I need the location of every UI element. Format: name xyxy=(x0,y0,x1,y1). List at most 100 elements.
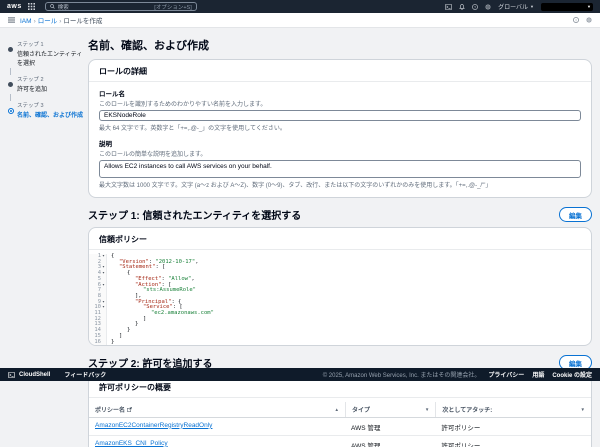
cloudshell-label: CloudShell xyxy=(19,372,50,378)
gear-icon[interactable] xyxy=(586,17,592,23)
breadcrumb-separator: › xyxy=(59,18,61,25)
notifications-bell-icon[interactable] xyxy=(459,4,465,10)
breadcrumb-item-2[interactable]: ロール xyxy=(38,18,58,25)
role-name-constraint: 最大 64 文字です。英数字と「+=,.@-_」の文字を使用してください。 xyxy=(99,123,581,132)
svg-text:?: ? xyxy=(474,5,476,9)
global-search-input[interactable]: 検索 [オプション+S] xyxy=(45,2,197,11)
aws-console-page: aws 検索 [オプション+S] ? グローバル xyxy=(0,0,600,447)
footer-link-2[interactable]: 用語 xyxy=(532,370,544,379)
content-area: ステップ 1信頼されたエンティティを選択ステップ 2許可を追加ステップ 3名前、… xyxy=(0,28,600,447)
wizard-step-3[interactable]: ステップ 3名前、確認、および作成 xyxy=(8,101,86,119)
account-menu-redacted[interactable]: ▼ xyxy=(541,3,593,11)
trust-policy-title: 信頼ポリシー xyxy=(89,234,591,250)
policy-attach-cell: 許可ポリシー xyxy=(435,436,591,447)
help-icon[interactable]: ? xyxy=(472,4,478,10)
copyright-text: © 2025, Amazon Web Services, Inc. またはその関… xyxy=(323,370,481,379)
policy-name-link[interactable]: AmazonEC2ContainerRegistryReadOnly xyxy=(95,422,212,429)
svg-text:i: i xyxy=(576,18,577,22)
permissions-summary-title: 許可ポリシーの概要 xyxy=(89,382,591,398)
search-shortcut-hint: [オプション+S] xyxy=(154,3,191,11)
code-text: } xyxy=(107,340,114,346)
table-row: AmazonEKS_CNI_Policy AWS 管理許可ポリシー xyxy=(89,436,591,447)
role-details-title: ロールの詳細 xyxy=(89,66,591,82)
step-title: 許可を追加 xyxy=(17,84,86,93)
step-number-label: ステップ 2 xyxy=(17,75,86,83)
footer-links: プライバシー用語 Cookie の設定 xyxy=(488,370,592,379)
side-menu-hamburger-icon[interactable] xyxy=(8,17,15,23)
table-row: AmazonEC2ContainerRegistryReadOnly AWS 管理… xyxy=(89,418,591,436)
fold-caret-empty xyxy=(101,340,106,346)
search-placeholder: 検索 xyxy=(58,3,69,11)
breadcrumb-item-1[interactable]: IAM xyxy=(20,18,32,25)
code-line: 16} xyxy=(89,340,591,346)
trust-policy-card: 信頼ポリシー 1▾{2"Version": "2012-10-17",3▾"St… xyxy=(88,227,592,346)
region-label: グローバル xyxy=(498,2,528,11)
step1-heading: ステップ 1: 信頼されたエンティティを選択する xyxy=(88,207,301,222)
aws-logo-icon[interactable]: aws xyxy=(7,3,22,10)
breadcrumb-utilities: i xyxy=(573,17,592,23)
sort-ascending-icon[interactable]: ▲ xyxy=(335,407,339,412)
cloudshell-icon[interactable] xyxy=(445,4,452,10)
console-footer-bar: CloudShell フィードバック © 2025, Amazon Web Se… xyxy=(0,368,600,381)
filter-caret-icon[interactable]: ▼ xyxy=(425,407,429,412)
step-dot xyxy=(8,82,13,87)
feedback-link[interactable]: フィードバック xyxy=(64,370,106,379)
column-header-policy-name[interactable]: ポリシー名 ▲ xyxy=(89,402,345,417)
footer-legal: © 2025, Amazon Web Services, Inc. またはその関… xyxy=(323,370,592,379)
filter-caret-icon[interactable]: ▼ xyxy=(581,407,585,412)
footer-link-3[interactable]: Cookie の設定 xyxy=(552,370,592,379)
step-title: 名前、確認、および作成 xyxy=(17,110,86,119)
step-number-label: ステップ 3 xyxy=(17,101,86,109)
column-header-attach[interactable]: 次としてアタッチ: ▼ xyxy=(435,402,591,417)
top-navigation-bar: aws 検索 [オプション+S] ? グローバル xyxy=(0,0,600,13)
policies-table-body: AmazonEC2ContainerRegistryReadOnly AWS 管理… xyxy=(89,418,591,447)
policy-name-cell: AmazonEKS_CNI_Policy xyxy=(89,436,345,447)
policies-table-header: ポリシー名 ▲ タイプ ▼ 次 xyxy=(89,402,591,418)
role-name-help: このロールを識別するためのわかりやすい名前を入力します。 xyxy=(99,99,581,108)
permissions-policies-card: 許可ポリシーの概要 ポリシー名 ▲ タイプ xyxy=(88,375,592,447)
code-gutter: 16 xyxy=(89,340,107,346)
services-grid-icon[interactable] xyxy=(28,3,35,10)
wizard-step-1[interactable]: ステップ 1信頼されたエンティティを選択 xyxy=(8,40,86,67)
page-title: 名前、確認、および作成 xyxy=(88,28,592,53)
info-icon[interactable]: i xyxy=(573,17,579,23)
settings-gear-icon[interactable] xyxy=(485,4,491,10)
role-name-label: ロール名 xyxy=(99,88,581,98)
topnav-utilities: ? グローバル ▼ ▼ xyxy=(445,2,593,11)
step1-section-head: ステップ 1: 信頼されたエンティティを選択する 編集 xyxy=(88,207,592,222)
breadcrumb-item-3: ロールを作成 xyxy=(63,18,102,25)
step-dot xyxy=(8,108,14,114)
role-name-input[interactable] xyxy=(99,110,581,121)
policy-attach-cell: 許可ポリシー xyxy=(435,418,591,435)
cloudshell-terminal-icon xyxy=(8,372,15,378)
breadcrumb: IAM›ロール›ロールを作成 xyxy=(20,15,102,25)
policy-name-header-label: ポリシー名 xyxy=(95,405,125,414)
wizard-step-2[interactable]: ステップ 2許可を追加 xyxy=(8,75,86,93)
step-number-label: ステップ 1 xyxy=(17,40,86,48)
policies-table: ポリシー名 ▲ タイプ ▼ 次 xyxy=(89,402,591,447)
region-selector[interactable]: グローバル ▼ xyxy=(498,2,534,11)
type-header-label: タイプ xyxy=(352,405,370,414)
trust-policy-code-editor[interactable]: 1▾{2"Version": "2012-10-17",3▾"Statement… xyxy=(89,254,591,345)
main-column: 名前、確認、および作成 ロールの詳細 ロール名 このロールを識別するためのわかり… xyxy=(88,28,592,447)
policy-type-cell: AWS 管理 xyxy=(345,436,435,447)
cloudshell-launcher[interactable]: CloudShell xyxy=(8,372,50,378)
chevron-down-icon: ▼ xyxy=(530,4,534,9)
description-textarea[interactable]: Allows EC2 instances to call AWS service… xyxy=(99,160,581,178)
breadcrumb-bar: IAM›ロール›ロールを作成 i xyxy=(0,13,600,28)
chevron-down-icon: ▼ xyxy=(587,4,591,9)
wizard-steps-nav: ステップ 1信頼されたエンティティを選択ステップ 2許可を追加ステップ 3名前、… xyxy=(8,40,86,127)
policy-type-cell: AWS 管理 xyxy=(345,418,435,435)
step1-edit-button[interactable]: 編集 xyxy=(559,207,592,222)
footer-link-1[interactable]: プライバシー xyxy=(488,370,524,379)
breadcrumb-separator: › xyxy=(34,18,36,25)
external-link-icon xyxy=(127,407,132,412)
step-title: 信頼されたエンティティを選択 xyxy=(17,49,86,67)
policy-name-link[interactable]: AmazonEKS_CNI_Policy xyxy=(95,440,168,447)
search-icon xyxy=(50,4,55,9)
description-help: このロールの簡単な説明を追加します。 xyxy=(99,149,581,158)
column-header-type[interactable]: タイプ ▼ xyxy=(345,402,435,417)
role-details-card: ロールの詳細 ロール名 このロールを識別するためのわかりやすい名前を入力します。… xyxy=(88,59,592,198)
description-label: 説明 xyxy=(99,138,581,148)
step-dot xyxy=(8,47,13,52)
